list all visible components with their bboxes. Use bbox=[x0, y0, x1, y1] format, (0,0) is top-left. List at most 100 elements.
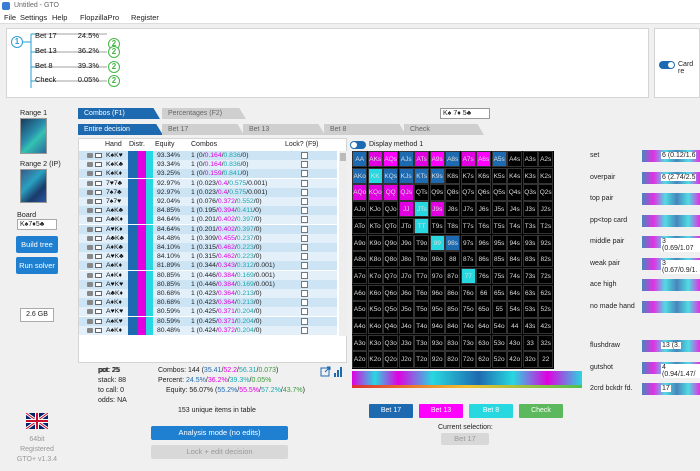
matrix-cell[interactable]: 97s bbox=[460, 234, 476, 251]
matrix-cell[interactable]: 52s bbox=[538, 301, 554, 318]
lock-checkbox[interactable] bbox=[301, 317, 308, 325]
matrix-cell[interactable]: K5s bbox=[491, 167, 507, 184]
matrix-cell[interactable]: T6s bbox=[476, 217, 492, 235]
matrix-cell[interactable]: 99 bbox=[429, 234, 445, 251]
matrix-cell[interactable]: T7s bbox=[460, 217, 476, 235]
matrix-cell[interactable]: A6s bbox=[476, 151, 492, 168]
matrix-cell[interactable]: A4o bbox=[352, 318, 368, 335]
matrix-cell[interactable]: T5s bbox=[491, 217, 507, 235]
matrix-cell[interactable]: 65o bbox=[476, 301, 492, 318]
table-row[interactable]: K♠K♥ 93.34% 1 (0/0.164/0.836/0) bbox=[79, 151, 337, 161]
lock-icon[interactable] bbox=[87, 153, 93, 158]
lock-checkbox[interactable] bbox=[301, 262, 308, 270]
matrix-cell[interactable]: A2o bbox=[352, 351, 368, 368]
matrix-cell[interactable]: K7o bbox=[367, 267, 383, 285]
matrix-cell[interactable]: 53o bbox=[491, 334, 507, 351]
row-checkbox[interactable] bbox=[95, 162, 102, 168]
col-combos[interactable]: Combos bbox=[191, 139, 217, 150]
menu-register[interactable]: Register bbox=[131, 12, 159, 24]
matrix-cell[interactable]: 62o bbox=[476, 351, 492, 368]
row-checkbox[interactable] bbox=[95, 180, 102, 186]
matrix-cell[interactable]: J7o bbox=[398, 267, 414, 285]
matrix-cell[interactable]: 92o bbox=[429, 351, 445, 368]
matrix-cell[interactable]: A4s bbox=[507, 151, 523, 168]
matrix-cell[interactable]: J8s bbox=[445, 201, 461, 218]
row-checkbox[interactable] bbox=[95, 281, 102, 287]
build-tree-button[interactable]: Build tree bbox=[16, 236, 58, 253]
analysis-mode-button[interactable]: Analysis mode (no edits) bbox=[151, 426, 288, 440]
matrix-cell[interactable]: QJo bbox=[383, 201, 399, 218]
matrix-cell[interactable]: AQs bbox=[383, 151, 399, 168]
matrix-cell[interactable]: T9s bbox=[429, 217, 445, 235]
matrix-cell[interactable]: J2o bbox=[398, 351, 414, 368]
matrix-cell[interactable]: Q7o bbox=[383, 267, 399, 285]
matrix-cell[interactable]: J3o bbox=[398, 334, 414, 351]
lock-icon[interactable] bbox=[87, 254, 93, 260]
matrix-cell[interactable]: T3s bbox=[522, 217, 538, 235]
table-row[interactable]: A♠K♦ 81.89% 1 (0.344/0.343/0.312/0.001) bbox=[79, 261, 337, 271]
matrix-cell[interactable]: 62s bbox=[538, 284, 554, 301]
matrix-cell[interactable]: J7s bbox=[460, 201, 476, 218]
matrix-cell[interactable]: J9o bbox=[398, 234, 414, 251]
matrix-cell[interactable]: Q4s bbox=[507, 184, 523, 201]
matrix-cell[interactable]: 94s bbox=[507, 234, 523, 251]
matrix-cell[interactable]: T3o bbox=[414, 334, 430, 351]
row-checkbox[interactable] bbox=[95, 189, 102, 195]
matrix-cell[interactable]: 86s bbox=[476, 251, 492, 268]
lock-icon[interactable] bbox=[87, 309, 93, 315]
matrix-cell[interactable]: 32s bbox=[538, 334, 554, 351]
card-toggle-switch[interactable] bbox=[659, 61, 675, 69]
lock-icon[interactable] bbox=[87, 300, 93, 306]
range2-thumbnail[interactable] bbox=[20, 169, 47, 203]
matrix-cell[interactable]: K2s bbox=[538, 167, 554, 184]
category-bar[interactable] bbox=[642, 300, 700, 313]
matrix-cell[interactable]: 65s bbox=[491, 284, 507, 301]
category-bar[interactable] bbox=[642, 279, 700, 291]
lock-checkbox[interactable] bbox=[301, 290, 308, 297]
table-row[interactable]: A♥K♦ 84.64% 1 (0.201/0.402/0.397/0) bbox=[79, 224, 337, 234]
board-cards[interactable]: K♠7♦5♣ bbox=[17, 219, 57, 230]
matrix-cell[interactable]: Q9o bbox=[383, 234, 399, 251]
category-bar[interactable] bbox=[642, 193, 700, 205]
matrix-cell[interactable]: 83s bbox=[522, 251, 538, 268]
lock-icon[interactable] bbox=[87, 162, 93, 168]
matrix-cell[interactable]: K2o bbox=[367, 351, 383, 368]
lock-icon[interactable] bbox=[87, 180, 93, 186]
matrix-cell[interactable]: 88 bbox=[445, 251, 461, 268]
matrix-cell[interactable]: J8o bbox=[398, 251, 414, 268]
lock-icon[interactable] bbox=[87, 281, 93, 287]
matrix-cell[interactable]: 73o bbox=[460, 334, 476, 351]
lock-edit-button[interactable]: Lock + edit decision bbox=[151, 445, 288, 459]
matrix-cell[interactable]: K9o bbox=[367, 234, 383, 251]
tree-action-label[interactable]: Bet 13 bbox=[35, 46, 57, 55]
matrix-cell[interactable]: J4s bbox=[507, 201, 523, 218]
matrix-cell[interactable]: 42s bbox=[538, 318, 554, 335]
matrix-cell[interactable]: K7s bbox=[460, 167, 476, 184]
lock-checkbox[interactable] bbox=[301, 207, 308, 215]
matrix-cell[interactable]: 82s bbox=[538, 251, 554, 268]
row-checkbox[interactable] bbox=[95, 272, 102, 278]
table-row[interactable]: A♣K♣ 84.48% 1 (0.309/0.455/0.237/0) bbox=[79, 233, 337, 243]
matrix-cell[interactable]: 32o bbox=[522, 351, 538, 368]
matrix-cell[interactable]: K3s bbox=[522, 167, 538, 184]
matrix-cell[interactable]: J6o bbox=[398, 284, 414, 301]
table-row[interactable]: A♣K♦ 84.64% 1 (0.201/0.402/0.397/0) bbox=[79, 215, 337, 225]
matrix-cell[interactable]: AKs bbox=[367, 151, 383, 168]
matrix-cell[interactable]: JJ bbox=[398, 201, 414, 218]
matrix-cell[interactable]: Q2o bbox=[383, 351, 399, 368]
matrix-cell[interactable]: QQ bbox=[383, 184, 399, 201]
lock-checkbox[interactable] bbox=[301, 188, 308, 196]
row-checkbox[interactable] bbox=[95, 254, 102, 260]
table-row[interactable]: 7♠7♥ 92.04% 1 (0.076/0.372/0.552/0) bbox=[79, 197, 337, 207]
matrix-cell[interactable]: 73s bbox=[522, 267, 538, 285]
table-row[interactable]: A♠K♦ 80.48% 1 (0.424/0.372/0.204/0) bbox=[79, 325, 337, 335]
row-checkbox[interactable] bbox=[95, 217, 102, 223]
table-row[interactable]: A♦K♣ 84.10% 1 (0.315/0.462/0.223/0) bbox=[79, 243, 337, 253]
matrix-cell[interactable]: KQo bbox=[367, 184, 383, 201]
matrix-cell[interactable]: Q6s bbox=[476, 184, 492, 201]
category-bar[interactable] bbox=[642, 214, 700, 227]
bar-chart-icon[interactable] bbox=[334, 367, 342, 377]
matrix-cell[interactable]: 64s bbox=[507, 284, 523, 301]
matrix-cell[interactable]: 75o bbox=[460, 301, 476, 318]
matrix-cell[interactable]: KQs bbox=[383, 167, 399, 184]
